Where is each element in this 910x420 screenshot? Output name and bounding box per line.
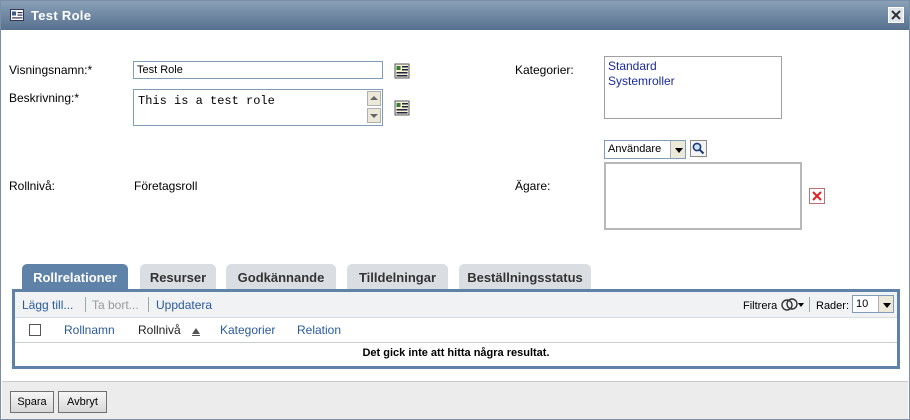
select-all-checkbox[interactable] (29, 324, 41, 336)
categories-listbox[interactable]: Standard Systemroller (604, 56, 782, 119)
rows-value: 10 (856, 298, 869, 310)
remove-button[interactable]: Ta bort... (92, 298, 139, 312)
description-textarea[interactable]: This is a test role (133, 89, 383, 126)
toolbar-divider (148, 297, 149, 312)
owner-listbox[interactable] (604, 162, 802, 230)
dialog-titlebar: Test Role (1, 1, 909, 30)
chevron-down-icon[interactable] (878, 296, 893, 312)
column-header-rollnamn[interactable]: Rollnamn (64, 323, 115, 337)
column-header-rollniva[interactable]: Rollnivå (138, 323, 181, 337)
tab-bestallningsstatus[interactable]: Beställningsstatus (459, 264, 591, 290)
tab-tilldelningar[interactable]: Tilldelningar (347, 264, 448, 290)
owner-type-value: Användare (608, 143, 662, 155)
tab-rollrelationer[interactable]: Rollrelationer (22, 264, 128, 290)
remove-icon[interactable] (809, 188, 825, 204)
toolbar-divider (809, 297, 810, 312)
role-level-value: Företagsroll (134, 179, 198, 193)
category-option[interactable]: Standard (608, 59, 778, 74)
tab-godkannande[interactable]: Godkännande (226, 264, 336, 290)
filter-icon[interactable] (781, 296, 805, 314)
category-option[interactable]: Systemroller (608, 74, 778, 89)
owner-label: Ägare: (515, 179, 551, 193)
role-icon (10, 9, 24, 21)
rows-label: Rader: (816, 300, 850, 312)
header-divider (15, 342, 897, 343)
description-label: Beskrivning:* (9, 91, 80, 105)
column-header-kategorier[interactable]: Kategorier (220, 323, 275, 337)
role-level-label: Rollnivå: (9, 179, 56, 193)
column-header-relation[interactable]: Relation (297, 323, 341, 337)
categories-label: Kategorier: (515, 63, 574, 77)
search-icon[interactable] (690, 140, 707, 157)
localize-icon[interactable] (394, 100, 410, 116)
tab-resurser[interactable]: Resurser (140, 264, 216, 290)
refresh-button[interactable]: Uppdatera (156, 298, 212, 312)
add-button[interactable]: Lägg till... (22, 298, 73, 312)
localize-icon[interactable] (394, 63, 410, 79)
display-name-input[interactable] (133, 61, 383, 79)
filter-label: Filtrera (743, 300, 778, 312)
dialog-footer: Spara Avbryt (2, 381, 908, 419)
dialog-title: Test Role (31, 8, 92, 23)
sort-ascending-icon[interactable] (191, 325, 201, 336)
chevron-down-icon[interactable] (670, 141, 685, 158)
empty-results-message: Det gick inte att hitta några resultat. (362, 347, 550, 359)
scroll-down-button[interactable] (367, 108, 381, 123)
role-dialog: Test Role Visningsnamn:* Beskrivning:* T… (0, 0, 910, 420)
cancel-button[interactable]: Avbryt (58, 391, 107, 413)
role-relations-panel: Lägg till... Ta bort... Uppdatera Filtre… (12, 289, 900, 369)
save-button[interactable]: Spara (10, 391, 54, 413)
display-name-label: Visningsnamn:* (9, 63, 93, 77)
owner-type-select[interactable]: Användare (604, 140, 686, 159)
panel-toolbar: Lägg till... Ta bort... Uppdatera Filtre… (15, 292, 897, 318)
toolbar-divider (85, 297, 86, 312)
scroll-up-button[interactable] (367, 91, 381, 106)
close-icon[interactable] (888, 7, 904, 23)
rows-select[interactable]: 10 (852, 295, 894, 313)
